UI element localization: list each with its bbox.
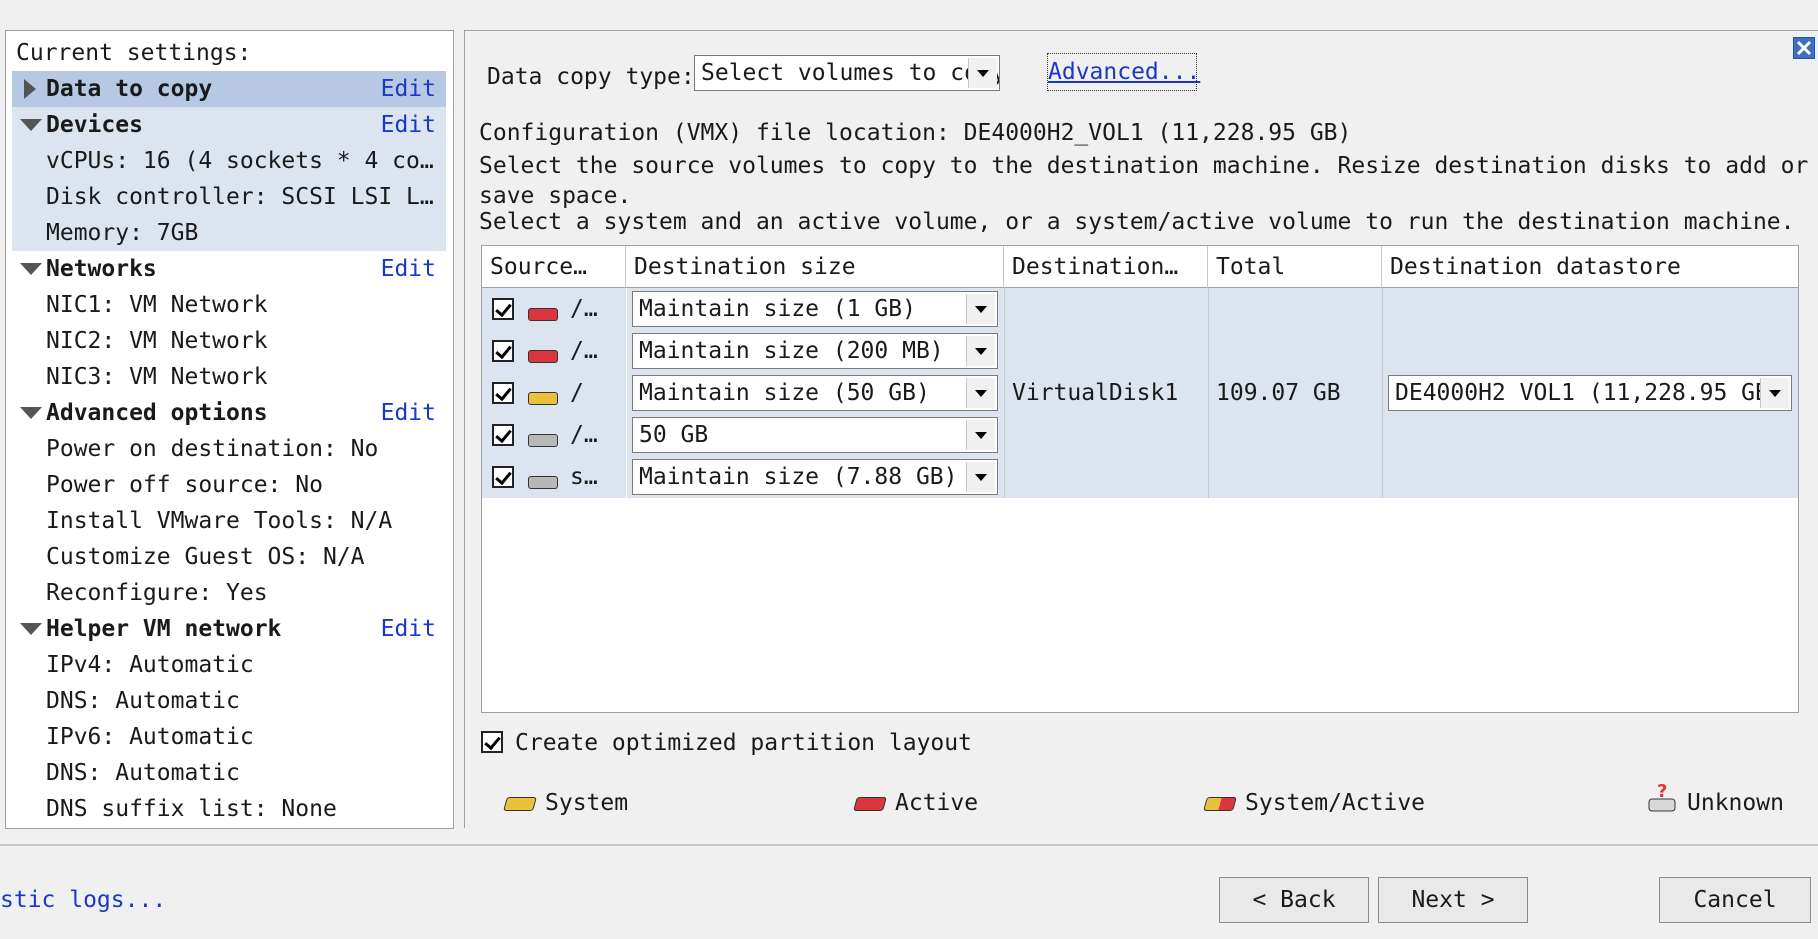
row-checkbox[interactable] — [492, 466, 514, 488]
section-helper-vm-network[interactable]: Helper VM network Edit — [12, 611, 446, 647]
unknown-disk-icon: ? — [1647, 781, 1679, 815]
table-row[interactable]: /… Maintain size (1 GB) — [482, 288, 1004, 330]
destination-size-select[interactable]: Maintain size (1 GB) — [632, 291, 998, 327]
top-strip — [0, 0, 1818, 8]
col-total[interactable]: Total — [1208, 246, 1382, 288]
volumes-table: Source… Destination size Destination… To… — [481, 245, 1799, 713]
legend-system-active: System/Active — [1245, 790, 1426, 816]
instructions-text: Select the source volumes to copy to the… — [479, 153, 1809, 209]
table-row[interactable]: s… Maintain size (7.88 GB) — [482, 456, 1004, 498]
row-checkbox[interactable] — [492, 424, 514, 446]
data-copy-type-select[interactable]: Select volumes to copy — [694, 55, 1000, 91]
system-active-disk-icon — [1203, 797, 1237, 811]
system-disk-icon — [528, 392, 558, 405]
table-row[interactable]: /… Maintain size (200 MB) — [482, 330, 1004, 372]
advanced-power-off: Power off source: No — [46, 472, 323, 498]
section-advanced-options[interactable]: Advanced options Edit — [12, 395, 446, 431]
table-row[interactable]: /… 50 GB — [482, 414, 1004, 456]
settings-heading: Current settings: — [16, 40, 252, 66]
system-disk-icon — [503, 797, 537, 811]
section-networks[interactable]: Networks Edit — [12, 251, 446, 287]
row-checkbox[interactable] — [492, 382, 514, 404]
col-destination-size[interactable]: Destination size — [626, 246, 1004, 288]
devices-vcpus: vCPUs: 16 (4 sockets * 4 cores) — [46, 148, 440, 174]
active-disk-icon — [528, 308, 558, 321]
advanced-button[interactable]: Advanced... — [1047, 53, 1200, 91]
collapse-down-icon[interactable] — [18, 395, 44, 431]
disk-icon — [528, 476, 558, 489]
advanced-customize-os: Customize Guest OS: N/A — [46, 544, 365, 570]
data-copy-type-label: Data copy type: — [487, 64, 695, 90]
collapse-down-icon[interactable] — [18, 107, 44, 143]
destination-size-select[interactable]: Maintain size (7.88 GB) — [632, 459, 998, 495]
chevron-down-icon[interactable] — [966, 462, 995, 492]
edit-devices-link[interactable]: Edit — [381, 107, 436, 143]
col-destination-datastore[interactable]: Destination datastore — [1382, 246, 1798, 288]
network-nic2: NIC2: VM Network — [46, 328, 268, 354]
destination-size-select[interactable]: Maintain size (50 GB) — [632, 375, 998, 411]
row-checkbox[interactable] — [492, 298, 514, 320]
section-data-to-copy[interactable]: Data to copy Edit — [12, 71, 446, 107]
legend-system: System — [545, 790, 629, 816]
expand-right-icon[interactable] — [18, 71, 44, 107]
destination-disk: VirtualDisk1 — [1012, 380, 1179, 406]
advanced-vmware-tools: Install VMware Tools: N/A — [46, 508, 393, 534]
destination-size-select[interactable]: Maintain size (200 MB) — [632, 333, 998, 369]
optimize-layout-checkbox[interactable] — [481, 731, 503, 753]
chevron-down-icon[interactable] — [1760, 378, 1789, 408]
network-nic1: NIC1: VM Network — [46, 292, 268, 318]
collapse-down-icon[interactable] — [18, 611, 44, 647]
network-nic3: NIC3: VM Network — [46, 364, 268, 390]
edit-advanced-link[interactable]: Edit — [381, 395, 436, 431]
footer-separator — [0, 844, 1818, 846]
chevron-down-icon[interactable] — [966, 336, 995, 366]
collapse-down-icon[interactable] — [18, 251, 44, 287]
legend-unknown: Unknown — [1687, 790, 1784, 816]
diagnostic-logs-link[interactable]: stic logs... — [0, 882, 166, 918]
active-disk-icon — [528, 350, 558, 363]
next-button[interactable]: Next > — [1378, 877, 1528, 923]
back-button[interactable]: < Back — [1219, 877, 1369, 923]
row-checkbox[interactable] — [492, 340, 514, 362]
options-panel: Data copy type: Select volumes to copy A… — [464, 30, 1818, 828]
chevron-down-icon[interactable] — [966, 378, 995, 408]
edit-helper-link[interactable]: Edit — [381, 611, 436, 647]
datastore-select[interactable]: DE4000H2 VOL1 (11,228.95 GB) — [1388, 375, 1792, 411]
close-icon[interactable] — [1793, 37, 1815, 59]
table-row[interactable]: / Maintain size (50 GB) — [482, 372, 1004, 414]
cancel-button[interactable]: Cancel — [1659, 877, 1811, 923]
helper-dns-suffix: DNS suffix list: None — [46, 796, 337, 822]
disk-icon — [528, 434, 558, 447]
destination-size-select[interactable]: 50 GB — [632, 417, 998, 453]
edit-data-to-copy-link[interactable]: Edit — [381, 71, 436, 107]
legend-active: Active — [895, 790, 979, 816]
active-disk-icon — [853, 797, 887, 811]
devices-memory: Memory: 7GB — [46, 220, 199, 246]
chevron-down-icon[interactable] — [966, 294, 995, 324]
instructions-text-2: Select a system and an active volume, or… — [479, 209, 1795, 235]
advanced-reconfigure: Reconfigure: Yes — [46, 580, 268, 606]
col-destination[interactable]: Destination… — [1004, 246, 1208, 288]
col-source[interactable]: Source… — [482, 246, 626, 288]
chevron-down-icon[interactable] — [968, 58, 997, 88]
helper-dns1: DNS: Automatic — [46, 688, 240, 714]
config-location: Configuration (VMX) file location: DE400… — [479, 120, 1352, 146]
chevron-down-icon[interactable] — [966, 420, 995, 450]
devices-disk-controller: Disk controller: SCSI LSI Logic — [46, 184, 440, 210]
edit-networks-link[interactable]: Edit — [381, 251, 436, 287]
settings-panel: Current settings: Data to copy Edit Devi… — [5, 30, 454, 829]
optimize-layout-label[interactable]: Create optimized partition layout — [515, 725, 972, 761]
helper-ipv6: IPv6: Automatic — [46, 724, 254, 750]
helper-ipv4: IPv4: Automatic — [46, 652, 254, 678]
total-size: 109.07 GB — [1216, 380, 1341, 406]
advanced-power-on: Power on destination: No — [46, 436, 379, 462]
helper-dns2: DNS: Automatic — [46, 760, 240, 786]
section-devices[interactable]: Devices Edit — [12, 107, 446, 143]
